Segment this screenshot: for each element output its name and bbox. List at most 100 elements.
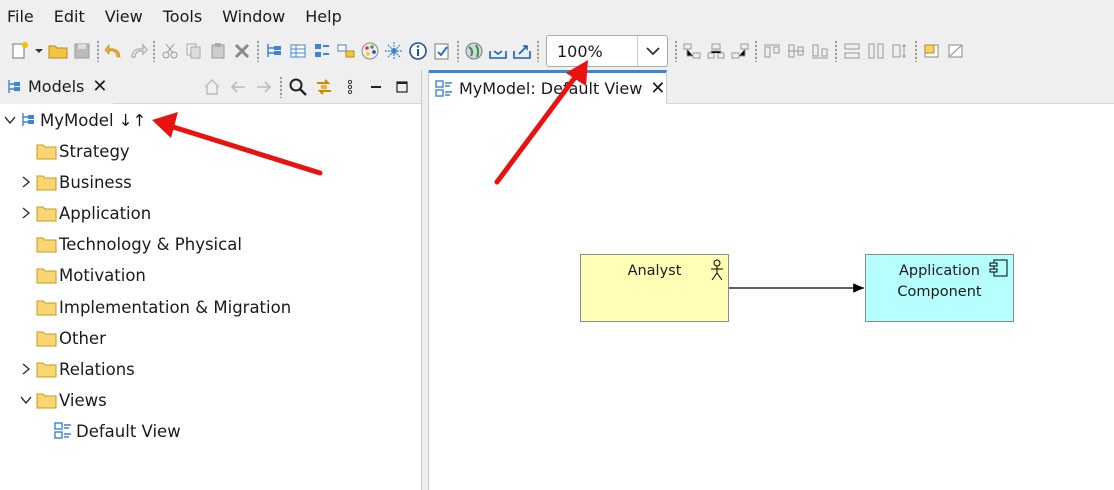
menu-edit[interactable]: Edit: [49, 0, 90, 34]
match-width-icon[interactable]: [840, 39, 864, 63]
menu-help[interactable]: Help: [300, 0, 346, 34]
tab-models[interactable]: Models ✕: [0, 69, 114, 104]
application-component-node[interactable]: Application Component: [865, 254, 1014, 322]
align-bottom-icon[interactable]: [808, 39, 832, 63]
tree-view-default[interactable]: Default View: [54, 417, 181, 445]
tree-folder-strategy[interactable]: Strategy: [18, 137, 130, 165]
node-label-line2: Component: [897, 284, 982, 300]
chevron-right-icon[interactable]: [18, 361, 34, 377]
hints-icon[interactable]: [382, 39, 406, 63]
properties-icon[interactable]: [286, 39, 310, 63]
home-icon[interactable]: [199, 74, 225, 100]
tree-folder-motivation[interactable]: Motivation: [18, 261, 146, 289]
chevron-down-icon[interactable]: [637, 36, 667, 66]
tree-root-mymodel[interactable]: MyModel ↓↑: [2, 106, 146, 134]
chevron-down-icon[interactable]: [2, 112, 18, 128]
toolbar-separator: [153, 40, 155, 62]
zoom-combo[interactable]: 100%: [546, 35, 668, 67]
match-height-icon[interactable]: [864, 39, 888, 63]
folder-icon: [36, 268, 57, 283]
model-icon: [22, 113, 34, 126]
open-folder-icon[interactable]: [46, 39, 70, 63]
paste-icon[interactable]: [206, 39, 230, 63]
menu-window[interactable]: Window: [217, 0, 290, 34]
editor-tab-label: MyModel: Default View: [459, 79, 643, 98]
menu-file[interactable]: File: [2, 0, 39, 34]
zoom-value[interactable]: 100%: [547, 42, 637, 61]
tree-folder-application[interactable]: Application: [18, 199, 151, 227]
chevron-down-icon[interactable]: [18, 392, 34, 408]
model-tree-icon: [8, 79, 20, 93]
search-icon[interactable]: [285, 74, 311, 100]
default-size-icon[interactable]: [920, 39, 944, 63]
align-top-icon[interactable]: [760, 39, 784, 63]
outline-icon[interactable]: [310, 39, 334, 63]
forward-icon[interactable]: [251, 74, 277, 100]
import-icon[interactable]: [486, 39, 510, 63]
navigator-icon[interactable]: [334, 39, 358, 63]
folder-icon: [36, 331, 57, 346]
tree-folder-implementation[interactable]: Implementation & Migration: [18, 293, 291, 321]
tree-folder-relations[interactable]: Relations: [18, 355, 135, 383]
sync-selection-icon[interactable]: [311, 74, 337, 100]
model-tree-icon[interactable]: [262, 39, 286, 63]
tree-item-label: Default View: [76, 421, 181, 441]
new-icon[interactable]: [8, 39, 32, 63]
diagram-view-icon: [54, 422, 71, 439]
new-dropdown-icon[interactable]: [32, 39, 46, 63]
toolbar-separator: [537, 40, 539, 62]
toolbar-separator: [457, 40, 459, 62]
align-middle-icon[interactable]: [784, 39, 808, 63]
globe-icon[interactable]: [462, 39, 486, 63]
info-icon[interactable]: [406, 39, 430, 63]
node-label: Analyst: [627, 263, 682, 279]
tree-root-label: MyModel ↓↑: [40, 110, 147, 130]
toolbar-separator: [835, 40, 837, 62]
diagram-canvas[interactable]: Analyst Application Component: [429, 104, 1114, 490]
maximize-icon[interactable]: [389, 74, 415, 100]
tree-item-label: Implementation & Migration: [59, 297, 292, 317]
undo-icon[interactable]: [102, 39, 126, 63]
chevron-right-icon[interactable]: [18, 174, 34, 190]
tree-folder-other[interactable]: Other: [18, 324, 106, 352]
cut-icon[interactable]: [158, 39, 182, 63]
close-icon[interactable]: ✕: [650, 79, 665, 98]
save-icon[interactable]: [70, 39, 94, 63]
align-center-icon[interactable]: [704, 39, 728, 63]
palette-icon[interactable]: [358, 39, 382, 63]
redo-icon[interactable]: [126, 39, 150, 63]
component-icon: [989, 259, 1008, 277]
minimize-icon[interactable]: [363, 74, 389, 100]
models-tab-label: Models: [28, 77, 85, 96]
align-left-icon[interactable]: [680, 39, 704, 63]
tree-folder-business[interactable]: Business: [18, 168, 132, 196]
tree-folder-views[interactable]: Views: [18, 386, 107, 414]
match-size-icon[interactable]: [888, 39, 912, 63]
menu-tools[interactable]: Tools: [158, 0, 207, 34]
menu-view[interactable]: View: [100, 0, 148, 34]
more-options-icon[interactable]: [337, 74, 363, 100]
tab-default-view[interactable]: MyModel: Default View ✕: [429, 70, 667, 104]
reset-size-icon[interactable]: [944, 39, 968, 63]
align-right-icon[interactable]: [728, 39, 752, 63]
copy-icon[interactable]: [182, 39, 206, 63]
tree-item-label: Technology & Physical: [59, 234, 242, 254]
back-icon[interactable]: [225, 74, 251, 100]
toolbar-separator: [257, 40, 259, 62]
toolbar-separator: [915, 40, 917, 62]
delete-icon[interactable]: [230, 39, 254, 63]
business-actor-node[interactable]: Analyst: [580, 254, 729, 322]
validate-icon[interactable]: [430, 39, 454, 63]
editor-tabbar: MyModel: Default View ✕: [429, 70, 1114, 104]
tree-item-label: Relations: [59, 359, 135, 379]
chevron-right-icon[interactable]: [18, 205, 34, 221]
close-icon[interactable]: ✕: [92, 77, 107, 96]
tree-folder-technology[interactable]: Technology & Physical: [18, 230, 242, 258]
toolbar-separator: [755, 40, 757, 62]
actor-icon: [711, 259, 723, 281]
export-icon[interactable]: [510, 39, 534, 63]
